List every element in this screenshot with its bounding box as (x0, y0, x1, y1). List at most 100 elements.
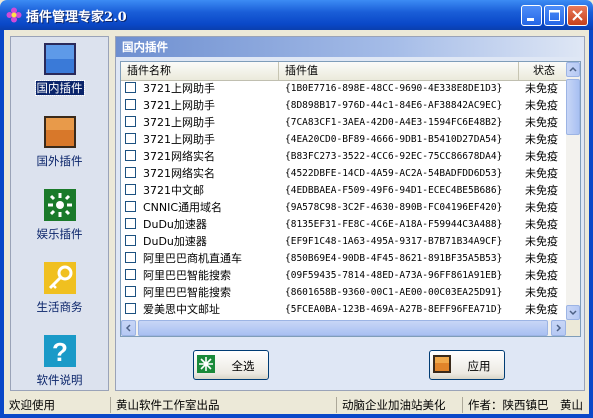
row-checkbox[interactable] (125, 235, 136, 246)
scroll-down-button[interactable] (566, 305, 580, 320)
row-checkbox[interactable] (125, 82, 136, 93)
row-checkbox[interactable] (125, 116, 136, 127)
table-row[interactable]: 3721上网助手 {7CA83CF1-3AEA-42D0-A4E3-1594FC6… (121, 114, 566, 131)
row-checkbox[interactable] (125, 150, 136, 161)
plugin-status: 未免疫 (525, 184, 558, 197)
row-checkbox[interactable] (125, 201, 136, 212)
status-bar: 欢迎使用 黄山软件工作室出品 动脑企业加油站美化 作者：陕西镇巴 黄山 (4, 396, 589, 414)
plugin-status: 未免疫 (525, 201, 558, 214)
row-checkbox[interactable] (125, 133, 136, 144)
scrollbar-corner (566, 320, 580, 336)
app-window: 插件管理专家2.0 国内插件 国外插件 娱乐插件 生活商务 ? 软件说明 国内插… (0, 0, 593, 418)
plugin-name: DuDu加速器 (143, 218, 207, 231)
sidebar-item-business[interactable]: 生活商务 (11, 261, 108, 331)
category-sidebar: 国内插件 国外插件 娱乐插件 生活商务 ? 软件说明 (10, 36, 109, 391)
select-all-button[interactable]: 全选 (193, 350, 269, 380)
plugin-name: 3721网络实名 (143, 167, 215, 180)
list-header: 插件名称 插件值 状态 (121, 62, 566, 81)
sidebar-label-entertainment: 娱乐插件 (36, 227, 83, 241)
plugin-name: 3721网络实名 (143, 150, 215, 163)
sidebar-label-foreign: 国外插件 (36, 154, 83, 168)
plugin-status: 未免疫 (525, 167, 558, 180)
plugin-name: 爱美思中文邮址 (143, 303, 220, 316)
scroll-up-button[interactable] (566, 62, 580, 77)
plugin-value: {4EDBBAEA-F509-49F6-94D1-ECEC4BE5B686} (285, 185, 503, 196)
sidebar-label-business: 生活商务 (36, 300, 83, 314)
minimize-icon (527, 18, 534, 21)
plugin-status: 未免疫 (525, 218, 558, 231)
plugin-value: {EF9F1C48-1A63-495A-9317-B7B71B34A9CF} (285, 236, 503, 247)
svg-text:?: ? (52, 337, 68, 367)
column-header-status[interactable]: 状态 (519, 62, 566, 80)
sidebar-item-help[interactable]: ? 软件说明 (11, 334, 108, 404)
arrow-up-icon (569, 66, 577, 72)
sidebar-item-entertainment[interactable]: 娱乐插件 (11, 188, 108, 258)
plugin-status: 未免疫 (525, 116, 558, 129)
table-row[interactable]: 阿里巴巴智能搜索 {8601658B-9360-00C1-AE00-00C03EA… (121, 284, 566, 301)
table-row[interactable]: 3721网络实名 {B83FC273-3522-4CC6-92EC-75CC866… (121, 148, 566, 165)
scroll-right-button[interactable] (551, 320, 566, 336)
table-row[interactable]: 3721中文邮 {4EDBBAEA-F509-49F6-94D1-ECEC4BE5… (121, 182, 566, 199)
row-checkbox[interactable] (125, 286, 136, 297)
scroll-left-button[interactable] (121, 320, 136, 336)
plugin-name: 阿里巴巴智能搜索 (143, 269, 231, 282)
table-row[interactable]: 3721上网助手 {4EA20CD0-BF89-4666-9DB1-B5410D2… (121, 131, 566, 148)
plugin-value: {850B69E4-90DB-4F45-8621-891BF35A5B53} (285, 253, 503, 264)
plugin-value: {5FCEA0BA-123B-469A-A27B-8EFF96FEA71D} (285, 304, 503, 315)
column-header-value[interactable]: 插件值 (279, 62, 519, 80)
row-checkbox[interactable] (125, 269, 136, 280)
arrow-right-icon (556, 324, 562, 332)
plugin-name: 3721中文邮 (143, 184, 204, 197)
help-icon: ? (44, 335, 76, 367)
close-button[interactable] (567, 5, 588, 26)
table-row[interactable]: 3721上网助手 {8D898B17-976D-44c1-84E6-AF38842… (121, 97, 566, 114)
plugin-value: {4522DBFE-14CD-4A59-AC2A-54BADFDD6D53} (285, 168, 503, 179)
table-row[interactable]: 阿里巴巴智能搜索 {09F59435-7814-48ED-A73A-96FF861… (121, 267, 566, 284)
horizontal-scrollbar[interactable] (121, 320, 566, 336)
sidebar-item-foreign[interactable]: 国外插件 (11, 115, 108, 185)
row-checkbox[interactable] (125, 218, 136, 229)
table-row[interactable]: CNNIC通用域名 {9A578C98-3C2F-4630-890B-FC0419… (121, 199, 566, 216)
maximize-button[interactable] (544, 5, 565, 26)
table-row[interactable]: 3721上网助手 {1B0E7716-898E-48CC-9690-4E338E8… (121, 80, 566, 97)
sidebar-label-help: 软件说明 (36, 373, 83, 387)
close-icon (572, 10, 583, 21)
table-row[interactable]: 3721网络实名 {4522DBFE-14CD-4A59-AC2A-54BADFD… (121, 165, 566, 182)
row-checkbox[interactable] (125, 99, 136, 110)
horizontal-scroll-thumb[interactable] (138, 320, 548, 336)
row-checkbox[interactable] (125, 303, 136, 314)
vertical-scrollbar[interactable] (566, 62, 580, 320)
maximize-icon (549, 10, 560, 21)
apply-label: 应用 (467, 359, 491, 373)
window-frame-bottom (0, 414, 593, 418)
plugin-value: {B83FC273-3522-4CC6-92EC-75CC86678DA4} (285, 151, 503, 162)
select-all-label: 全选 (231, 359, 255, 373)
title-bar[interactable]: 插件管理专家2.0 (0, 0, 593, 30)
table-row[interactable]: 阿里巴巴商机直通车 {850B69E4-90DB-4F45-8621-891BF3… (121, 250, 566, 267)
vertical-scroll-thumb[interactable] (566, 79, 580, 135)
row-checkbox[interactable] (125, 184, 136, 195)
status-welcome: 欢迎使用 (9, 398, 55, 412)
plugin-value: {7CA83CF1-3AEA-42D0-A4E3-1594FC6E48B2} (285, 117, 503, 128)
sidebar-item-domestic[interactable]: 国内插件 (11, 42, 108, 112)
plugin-status: 未免疫 (525, 303, 558, 316)
plugin-status: 未免疫 (525, 82, 558, 95)
apply-button[interactable]: 应用 (429, 350, 505, 380)
plugin-value: {8D898B17-976D-44c1-84E6-AF38842AC9EC} (285, 100, 503, 111)
row-checkbox[interactable] (125, 167, 136, 178)
select-all-icon (197, 355, 215, 373)
row-checkbox[interactable] (125, 252, 136, 263)
plugin-value: {4EA20CD0-BF89-4666-9DB1-B5410D27DA54} (285, 134, 503, 145)
table-row[interactable]: 爱美思中文邮址 {5FCEA0BA-123B-469A-A27B-8EFF96FE… (121, 301, 566, 318)
plugin-value: {1B0E7716-898E-48CC-9690-4E338E8DE1D3} (285, 83, 503, 94)
arrow-down-icon (569, 310, 577, 316)
plugin-value: {8601658B-9360-00C1-AE00-00C03EA25D91} (285, 287, 503, 298)
plugin-status: 未免疫 (525, 286, 558, 299)
list-rows: 3721上网助手 {1B0E7716-898E-48CC-9690-4E338E8… (121, 80, 566, 318)
column-header-name[interactable]: 插件名称 (121, 62, 279, 80)
table-row[interactable]: DuDu加速器 {EF9F1C48-1A63-495A-9317-B7B71B34… (121, 233, 566, 250)
plugin-list[interactable]: 插件名称 插件值 状态 3721上网助手 {1B0E7716-898E-48CC-… (120, 61, 581, 337)
key-icon (44, 262, 76, 294)
table-row[interactable]: DuDu加速器 {8135EF31-FE8C-4C6E-A18A-F59944C3… (121, 216, 566, 233)
minimize-button[interactable] (521, 5, 542, 26)
